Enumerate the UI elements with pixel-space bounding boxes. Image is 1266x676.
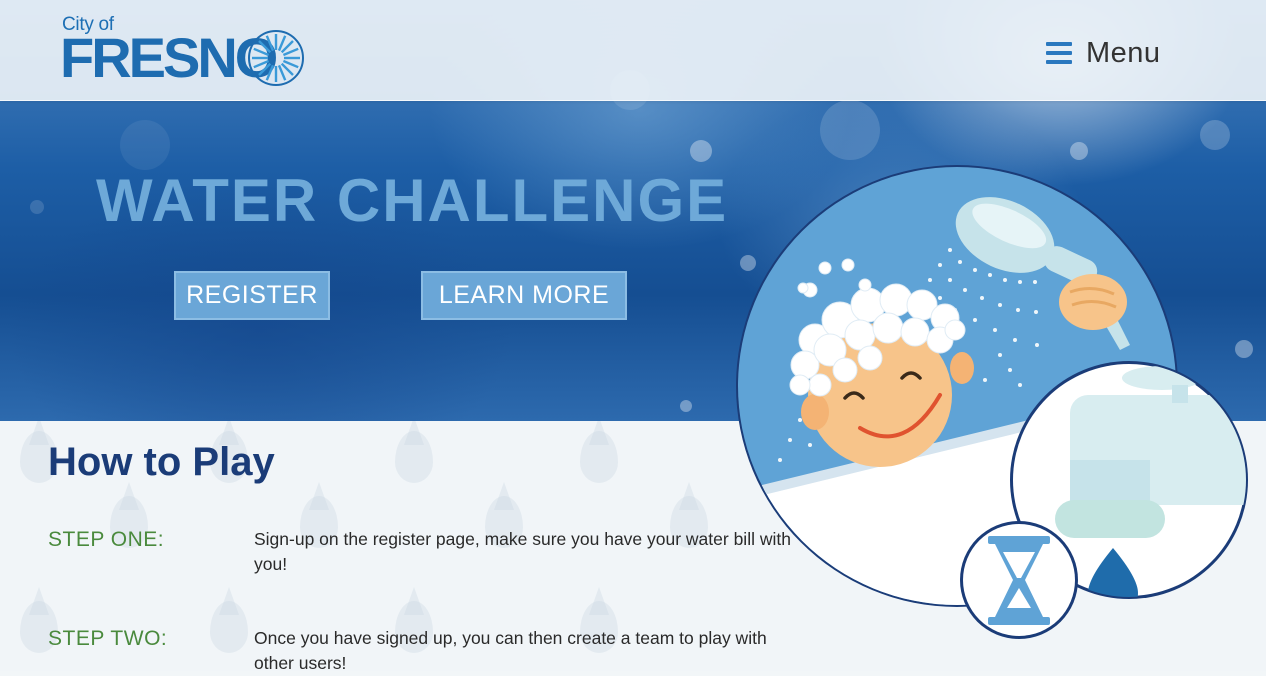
section-title: How to Play	[48, 440, 275, 484]
step-one-text: Sign-up on the register page, make sure …	[254, 529, 791, 574]
learn-more-button[interactable]: LEARN MORE	[421, 271, 627, 320]
site-header: City of FRESNO Menu	[0, 0, 1266, 101]
city-logo[interactable]: City of FRESNO	[60, 14, 310, 86]
shower-illustration	[736, 165, 1248, 639]
menu-label: Menu	[1086, 36, 1161, 69]
step-two-text: Once you have signed up, you can then cr…	[254, 628, 767, 673]
water-drop-decoration	[395, 431, 433, 483]
step-two-label: STEP TWO:	[48, 627, 168, 650]
logo-name-text: FRESNO	[60, 26, 278, 89]
hero-title: WATER CHALLENGE	[96, 167, 729, 234]
sunburst-icon	[248, 30, 304, 86]
register-button[interactable]: REGISTER	[174, 271, 330, 320]
step-one-label: STEP ONE:	[48, 528, 165, 551]
water-drop-decoration	[210, 601, 248, 653]
water-drop-decoration	[580, 431, 618, 483]
hamburger-icon	[1046, 42, 1072, 64]
menu-button[interactable]: Menu	[1040, 32, 1180, 74]
